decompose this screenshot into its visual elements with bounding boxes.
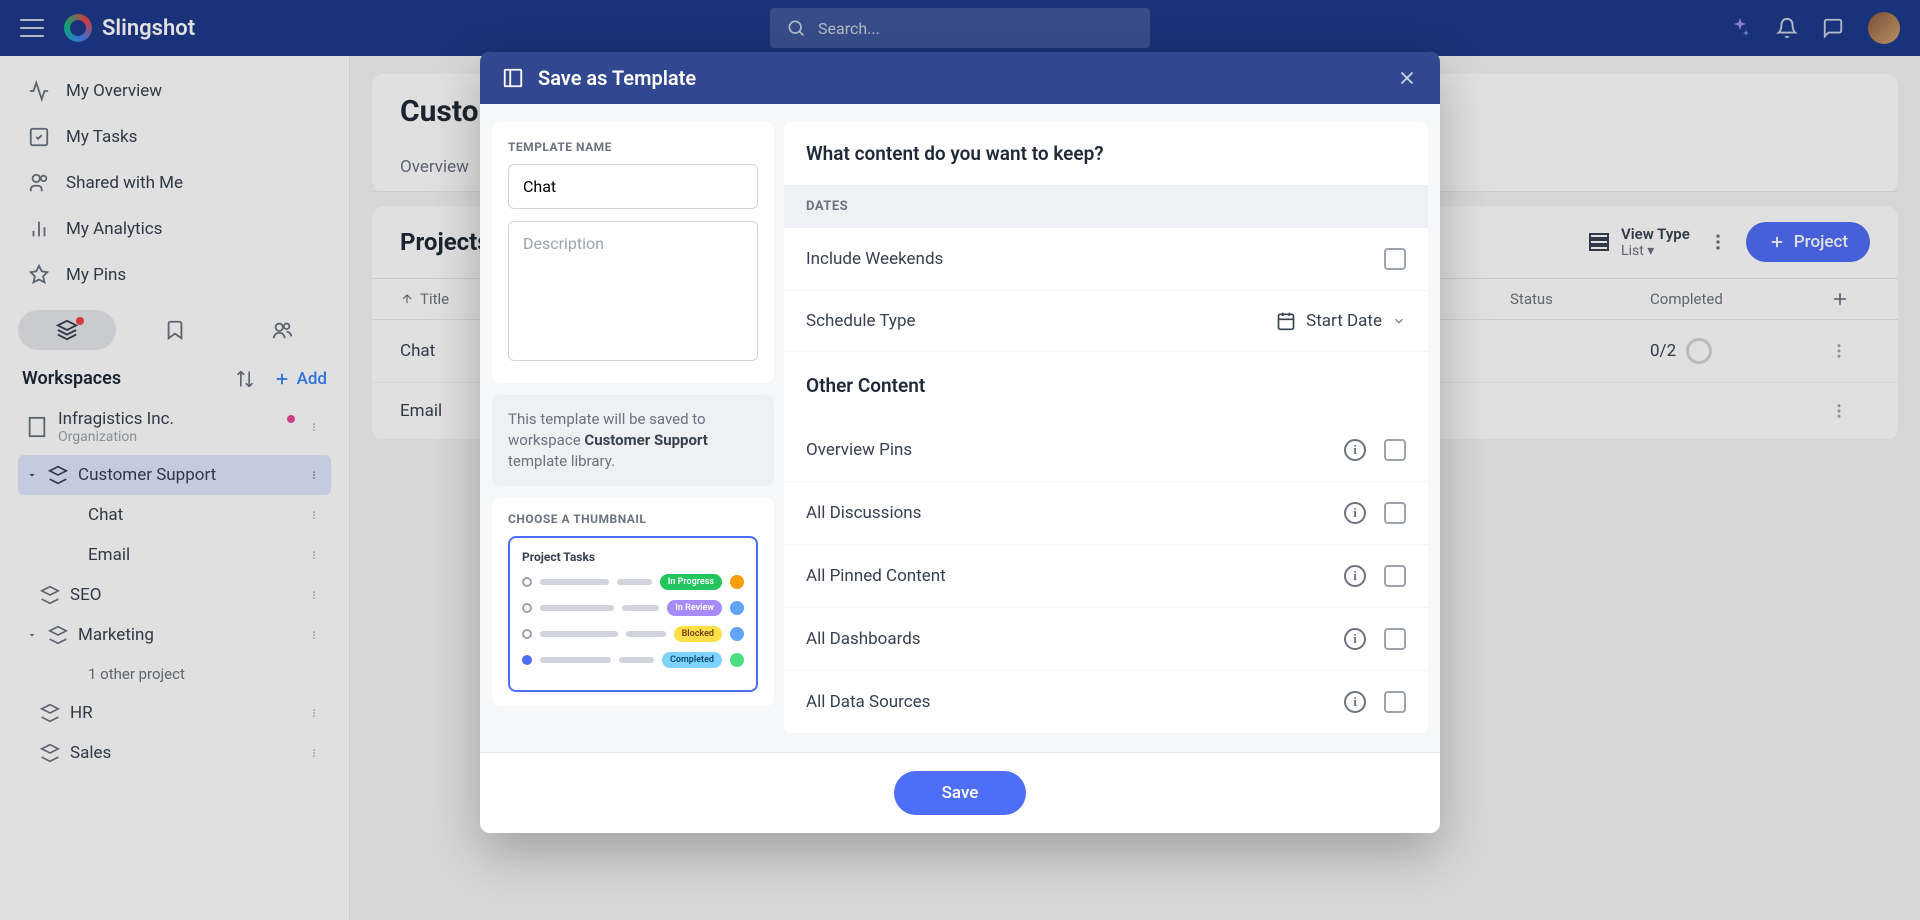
save-button[interactable]: Save — [894, 771, 1027, 815]
option-checkbox[interactable] — [1384, 502, 1406, 524]
chevron-down-icon — [1392, 314, 1406, 328]
content-options-panel: What content do you want to keep? DATES … — [784, 122, 1428, 734]
option-label: All Dashboards — [806, 629, 921, 649]
template-name-card: TEMPLATE NAME — [492, 122, 774, 383]
modal-header: Save as Template — [480, 52, 1440, 104]
option-checkbox[interactable] — [1384, 439, 1406, 461]
template-description-input[interactable] — [508, 221, 758, 361]
option-include-weekends: Include Weekends — [784, 228, 1428, 291]
template-name-label: TEMPLATE NAME — [508, 140, 758, 154]
thumb-badge: In Review — [667, 600, 722, 616]
thumbnail-label: CHOOSE A THUMBNAIL — [508, 512, 758, 526]
modal-overlay: Save as Template TEMPLATE NAME This temp… — [0, 0, 1920, 920]
info-icon[interactable]: i — [1344, 565, 1366, 587]
info-icon[interactable]: i — [1344, 502, 1366, 524]
thumb-task-row: Blocked — [522, 626, 744, 642]
content-option-row: All Discussions i — [784, 482, 1428, 545]
thumb-badge: In Progress — [660, 574, 722, 590]
option-label: Overview Pins — [806, 440, 912, 460]
option-checkbox[interactable] — [1384, 565, 1406, 587]
thumb-task-row: In Review — [522, 600, 744, 616]
thumb-avatar-icon — [730, 601, 744, 615]
other-content-label: Other Content — [784, 352, 1428, 419]
info-icon[interactable]: i — [1344, 691, 1366, 713]
thumb-avatar-icon — [730, 575, 744, 589]
thumb-status-icon — [522, 629, 532, 639]
thumb-task-row: In Progress — [522, 574, 744, 590]
content-question: What content do you want to keep? — [784, 122, 1428, 185]
content-option-row: All Dashboards i — [784, 608, 1428, 671]
thumb-badge: Blocked — [674, 626, 722, 642]
thumbnail-card: CHOOSE A THUMBNAIL Project Tasks In Prog… — [492, 498, 774, 706]
info-icon[interactable]: i — [1344, 439, 1366, 461]
option-label: All Data Sources — [806, 692, 930, 712]
thumb-task-row: Completed — [522, 652, 744, 668]
option-label: All Pinned Content — [806, 566, 946, 586]
thumbnail-option[interactable]: Project Tasks In Progress In Review Bloc… — [508, 536, 758, 692]
schedule-type-selector[interactable]: Start Date — [1276, 311, 1406, 331]
template-name-input[interactable] — [508, 164, 758, 209]
content-option-row: All Data Sources i — [784, 671, 1428, 734]
thumb-avatar-icon — [730, 653, 744, 667]
dates-section-label: DATES — [784, 185, 1428, 228]
content-option-row: All Pinned Content i — [784, 545, 1428, 608]
option-schedule-type: Schedule Type Start Date — [784, 291, 1428, 352]
calendar-icon — [1276, 311, 1296, 331]
option-checkbox[interactable] — [1384, 691, 1406, 713]
thumb-avatar-icon — [730, 627, 744, 641]
modal-title: Save as Template — [538, 66, 1382, 90]
template-icon — [502, 67, 524, 89]
content-option-row: Overview Pins i — [784, 419, 1428, 482]
option-label: All Discussions — [806, 503, 921, 523]
close-icon[interactable] — [1396, 67, 1418, 89]
thumb-status-icon — [522, 603, 532, 613]
modal-footer: Save — [480, 752, 1440, 833]
option-checkbox[interactable] — [1384, 628, 1406, 650]
save-template-modal: Save as Template TEMPLATE NAME This temp… — [480, 52, 1440, 833]
thumb-status-icon — [522, 655, 532, 665]
thumb-status-icon — [522, 577, 532, 587]
template-hint: This template will be saved to workspace… — [492, 395, 774, 486]
info-icon[interactable]: i — [1344, 628, 1366, 650]
include-weekends-checkbox[interactable] — [1384, 248, 1406, 270]
thumb-badge: Completed — [662, 652, 722, 668]
